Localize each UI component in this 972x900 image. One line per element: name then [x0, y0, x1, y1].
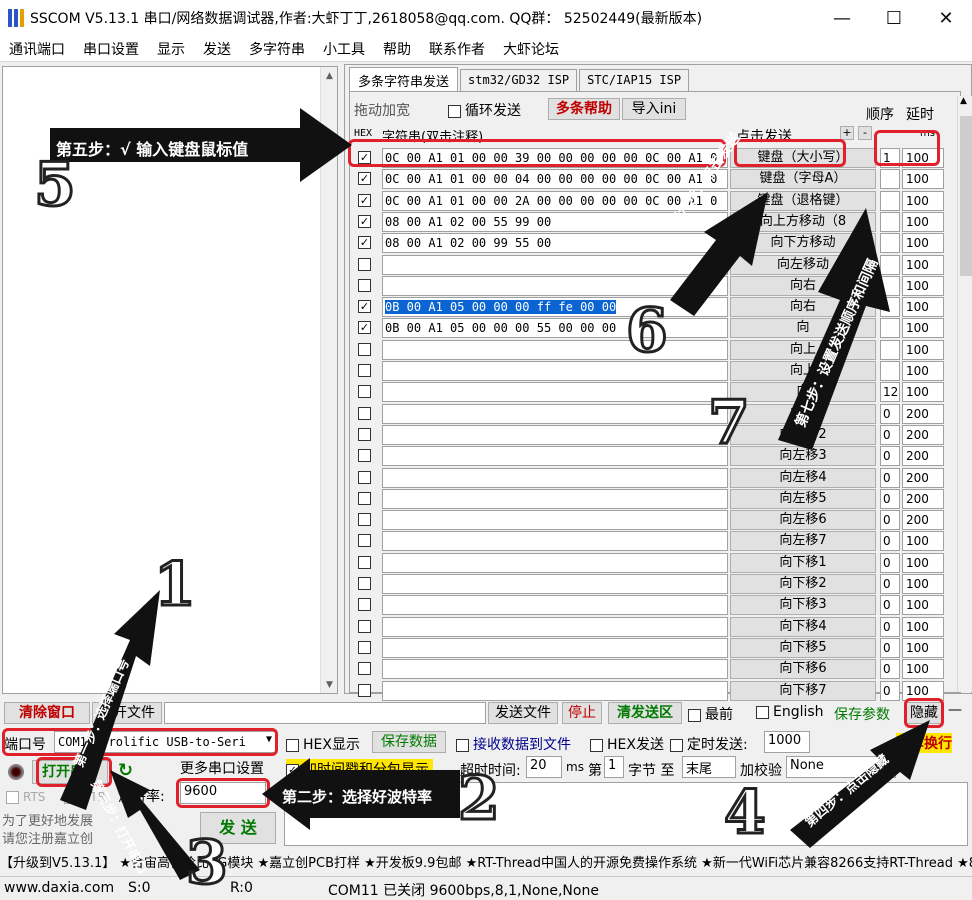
- annotation-number-7: 7: [707, 387, 752, 460]
- annotation-number-2: 2: [457, 763, 502, 836]
- annotation-step2: 第二步：选择好波特率: [282, 788, 433, 806]
- annotation-number-1: 1: [153, 549, 198, 622]
- annotation-number-3: 3: [185, 827, 230, 900]
- annotation-step5: 第五步：√ 输入键盘鼠标值: [56, 140, 249, 159]
- annotation-number-5: 5: [33, 149, 78, 222]
- annotation-number-6: 6: [625, 295, 670, 368]
- annotation-number-4: 4: [723, 777, 768, 850]
